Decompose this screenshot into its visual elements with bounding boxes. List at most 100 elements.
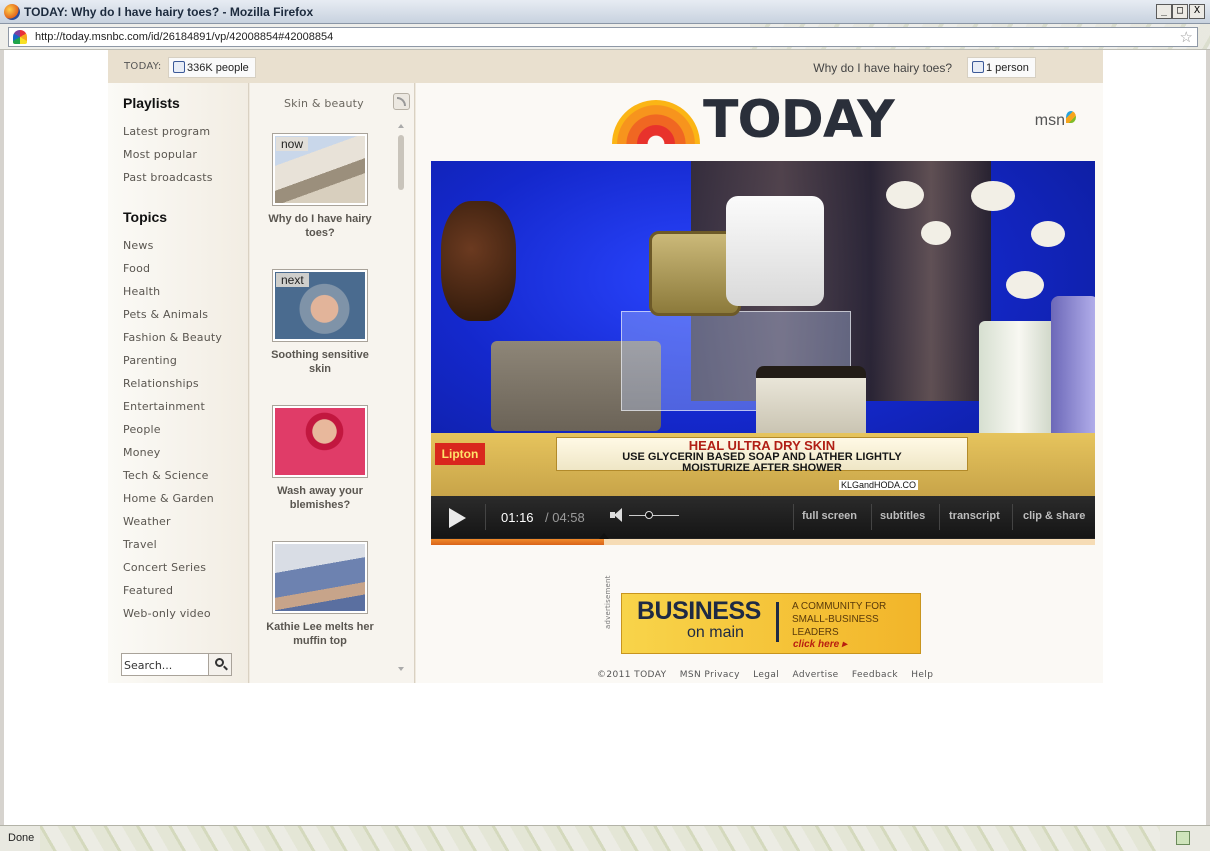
volume-slider[interactable] xyxy=(629,515,679,516)
maximize-button[interactable]: □ xyxy=(1172,4,1188,19)
sidebar-item-fashion-beauty[interactable]: Fashion & Beauty xyxy=(123,331,222,344)
sidebar-item-featured[interactable]: Featured xyxy=(123,584,173,597)
sidebar-item-home-garden[interactable]: Home & Garden xyxy=(123,492,214,505)
footer-links: ©2011 TODAY MSN Privacy Legal Advertise … xyxy=(597,670,943,680)
sidebar-item-pets-animals[interactable]: Pets & Animals xyxy=(123,308,208,321)
play-icon[interactable] xyxy=(449,508,466,528)
scrollbar-thumb[interactable] xyxy=(398,135,404,190)
current-time: 01:16 xyxy=(501,510,534,525)
firefox-icon xyxy=(4,4,20,20)
sidebar-item-past-broadcasts[interactable]: Past broadcasts xyxy=(123,171,213,184)
sidebar-item-parenting[interactable]: Parenting xyxy=(123,354,177,367)
next-badge: next xyxy=(276,273,309,287)
sidebar-item-web-only-video[interactable]: Web-only video xyxy=(123,607,211,620)
msn-wordmark: msn xyxy=(1034,112,1065,129)
today-logo[interactable]: TODAY xyxy=(612,90,912,156)
search-input[interactable] xyxy=(124,657,206,673)
sidebar-item-money[interactable]: Money xyxy=(123,446,160,459)
thumbs-up-icon xyxy=(173,61,185,73)
playlist-item[interactable]: Kathie Lee melts her muffin top xyxy=(265,541,375,648)
video-like-button[interactable]: 1 person xyxy=(967,57,1036,78)
progress-bar[interactable] xyxy=(431,533,1095,545)
advertisement-label: advertisement xyxy=(604,575,612,629)
ad-click-here-link[interactable]: click here ▸ xyxy=(793,639,847,650)
top-strip: TODAY: 336K people Why do I have hairy t… xyxy=(108,50,1103,83)
caption-box: HEAL ULTRA DRY SKIN USE GLYCERIN BASED S… xyxy=(556,437,968,474)
today-video-page: TODAY: 336K people Why do I have hairy t… xyxy=(108,50,1103,683)
theme-decoration xyxy=(40,826,1160,851)
sidebar-item-weather[interactable]: Weather xyxy=(123,515,171,528)
close-button[interactable]: X xyxy=(1189,4,1205,19)
footer-link-help[interactable]: Help xyxy=(911,670,933,680)
video-thumbnail[interactable] xyxy=(272,541,368,614)
playlist-item[interactable]: now Why do I have hairy toes? xyxy=(265,133,375,240)
nbc-peacock-icon xyxy=(13,30,27,44)
footer-link-msn-privacy[interactable]: MSN Privacy xyxy=(680,670,740,680)
scroll-down-arrow-icon[interactable] xyxy=(398,667,404,671)
security-icon[interactable] xyxy=(1176,831,1190,845)
playlist-item-caption[interactable]: Why do I have hairy toes? xyxy=(265,212,375,240)
sidebar-item-news[interactable]: News xyxy=(123,239,154,252)
now-badge: now xyxy=(276,137,309,151)
sidebar-item-travel[interactable]: Travel xyxy=(123,538,157,551)
playlist-item-caption[interactable]: Wash away your blemishes? xyxy=(265,484,375,512)
video-thumbnail[interactable]: now xyxy=(272,133,368,206)
sponsor-logo: Lipton xyxy=(435,443,485,465)
url-text[interactable]: http://today.msnbc.com/id/26184891/vp/42… xyxy=(35,31,333,43)
subtitles-button[interactable]: subtitles xyxy=(880,510,925,522)
status-bar: Done xyxy=(0,825,1210,851)
playlist-item-caption[interactable]: Kathie Lee melts her muffin top xyxy=(265,620,375,648)
sidebar-item-food[interactable]: Food xyxy=(123,262,150,275)
msn-butterfly-icon xyxy=(1066,111,1076,123)
volume-knob[interactable] xyxy=(645,511,653,519)
sidebar-item-concert-series[interactable]: Concert Series xyxy=(123,561,206,574)
playlist-heading: Skin & beauty xyxy=(284,97,364,110)
status-text: Done xyxy=(8,832,35,844)
footer-link-feedback[interactable]: Feedback xyxy=(852,670,898,680)
sidebar: Playlists Latest program Most popular Pa… xyxy=(108,83,249,683)
playlist-item[interactable]: Wash away your blemishes? xyxy=(265,405,375,512)
brand-like-button[interactable]: 336K people xyxy=(168,57,256,78)
footer-link-legal[interactable]: Legal xyxy=(753,670,779,680)
today-wordmark: TODAY xyxy=(703,90,895,150)
video-thumbnail[interactable] xyxy=(272,405,368,478)
brand-label: TODAY: xyxy=(124,61,162,72)
sidebar-item-relationships[interactable]: Relationships xyxy=(123,377,199,390)
volume-icon[interactable] xyxy=(610,508,624,522)
caption-line-3: MOISTURIZE AFTER SHOWER xyxy=(682,462,842,474)
sidebar-item-people[interactable]: People xyxy=(123,423,161,436)
msn-logo[interactable]: msn xyxy=(1035,111,1076,130)
progress-handle[interactable] xyxy=(598,533,609,539)
clip-share-button[interactable]: clip & share xyxy=(1023,510,1085,522)
search-button[interactable] xyxy=(208,654,231,675)
video-title: Why do I have hairy toes? xyxy=(813,61,952,75)
sidebar-item-most-popular[interactable]: Most popular xyxy=(123,148,197,161)
main-content: TODAY msn Lipton HEAL ULTRA DRY SKIN USE… xyxy=(416,83,1103,683)
address-bar: http://today.msnbc.com/id/26184891/vp/42… xyxy=(0,24,1210,50)
sidebar-item-entertainment[interactable]: Entertainment xyxy=(123,400,205,413)
video-thumbnail[interactable]: next xyxy=(272,269,368,342)
url-field[interactable]: http://today.msnbc.com/id/26184891/vp/42… xyxy=(8,27,1198,47)
scroll-up-arrow-icon[interactable] xyxy=(398,124,404,128)
window-title: TODAY: Why do I have hairy toes? - Mozil… xyxy=(24,5,314,19)
full-screen-button[interactable]: full screen xyxy=(802,510,857,522)
video-player[interactable]: Lipton HEAL ULTRA DRY SKIN USE GLYCERIN … xyxy=(431,161,1095,496)
playlist-item[interactable]: next Soothing sensitive skin xyxy=(265,269,375,376)
total-time: / 04:58 xyxy=(545,510,585,525)
business-on-main-ad[interactable]: BUSINESS on main A COMMUNITY FOR SMALL-B… xyxy=(621,593,921,654)
bookmark-star-icon[interactable]: ☆ xyxy=(1180,28,1193,46)
sidebar-item-latest-program[interactable]: Latest program xyxy=(123,125,210,138)
sidebar-item-health[interactable]: Health xyxy=(123,285,160,298)
sidebar-item-tech-science[interactable]: Tech & Science xyxy=(123,469,209,482)
progress-fill xyxy=(431,539,604,545)
minimize-button[interactable]: _ xyxy=(1156,4,1172,19)
ad-brand-line-2: on main xyxy=(687,624,744,641)
playlist-column: Skin & beauty now Why do I have hairy to… xyxy=(250,83,415,683)
transcript-button[interactable]: transcript xyxy=(949,510,1000,522)
rss-icon[interactable] xyxy=(393,93,410,110)
playlists-heading: Playlists xyxy=(123,95,180,111)
footer-link-advertise[interactable]: Advertise xyxy=(792,670,838,680)
video-like-count: 1 person xyxy=(986,62,1029,74)
playlist-item-caption[interactable]: Soothing sensitive skin xyxy=(265,348,375,376)
today-sunrise-icon xyxy=(612,100,700,144)
